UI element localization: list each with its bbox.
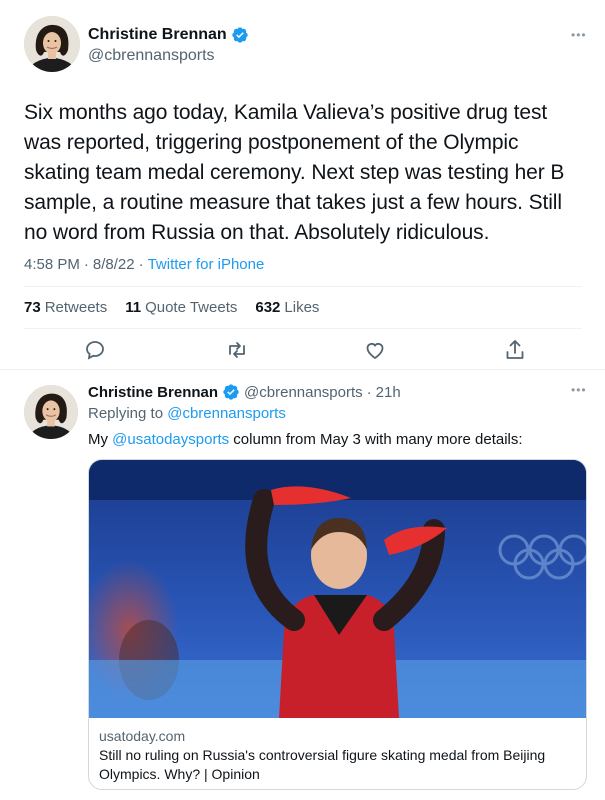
retweet-icon[interactable] [225, 338, 249, 362]
author-handle[interactable]: @cbrennansports [88, 47, 215, 65]
avatar[interactable] [24, 385, 78, 439]
tweet-meta: 4:58 PM · 8/8/22 · Twitter for iPhone [24, 256, 264, 273]
main-tweet: Christine Brennan @cbrennansports ••• Si… [0, 0, 605, 370]
reply-tweet[interactable]: Christine Brennan @cbrennansports · 21h … [0, 371, 605, 800]
divider [24, 286, 582, 287]
reply-text-suffix: column from May 3 with many more details… [233, 431, 523, 448]
tweet-time-ago[interactable]: 21h [376, 384, 401, 401]
reply-icon[interactable] [83, 338, 107, 362]
tweet-actions [0, 338, 605, 366]
card-title: Still no ruling on Russia's controversia… [99, 747, 546, 782]
tweet-source-link[interactable]: Twitter for iPhone [148, 256, 265, 273]
author-name[interactable]: Christine Brennan [88, 384, 218, 401]
tweet-date[interactable]: 8/8/22 [93, 256, 135, 273]
retweets-stat[interactable]: 73 Retweets [24, 299, 107, 316]
reply-text-prefix: My [88, 431, 108, 448]
tweet-stats: 73 Retweets 11 Quote Tweets 632 Likes [24, 299, 319, 316]
tweet-text: Six months ago today, Kamila Valieva’s p… [24, 101, 565, 244]
verified-badge-icon [222, 383, 240, 401]
author-name-row: Christine Brennan [88, 26, 249, 44]
share-icon[interactable] [503, 338, 527, 362]
quote-tweets-stat[interactable]: 11 Quote Tweets [125, 299, 237, 316]
more-options-icon[interactable]: ••• [571, 383, 587, 397]
replying-to: Replying to @cbrennansports [88, 405, 286, 422]
reply-header: Christine Brennan @cbrennansports · 21h [88, 383, 401, 401]
author-name[interactable]: Christine Brennan [88, 26, 227, 44]
replying-to-label: Replying to [88, 405, 164, 422]
likes-stat[interactable]: 632 Likes [255, 299, 319, 316]
card-image[interactable] [89, 460, 586, 718]
avatar[interactable] [24, 16, 80, 72]
tweet-time[interactable]: 4:58 PM [24, 256, 80, 273]
like-icon[interactable] [363, 338, 387, 362]
link-card[interactable]: usatoday.com Still no ruling on Russia's… [88, 459, 587, 790]
replying-to-mention[interactable]: @cbrennansports [167, 405, 286, 422]
author-handle[interactable]: @cbrennansports [244, 384, 363, 401]
mention-link[interactable]: @usatodaysports [112, 431, 229, 448]
meta-separator: · [366, 383, 372, 401]
more-options-icon[interactable]: ••• [571, 28, 587, 42]
divider [24, 328, 582, 329]
reply-text: My @usatodaysports column from May 3 wit… [88, 431, 523, 448]
verified-badge-icon [231, 26, 249, 44]
meta-separator: · [138, 256, 144, 273]
meta-separator: · [83, 256, 89, 273]
card-domain: usatoday.com [99, 728, 186, 744]
